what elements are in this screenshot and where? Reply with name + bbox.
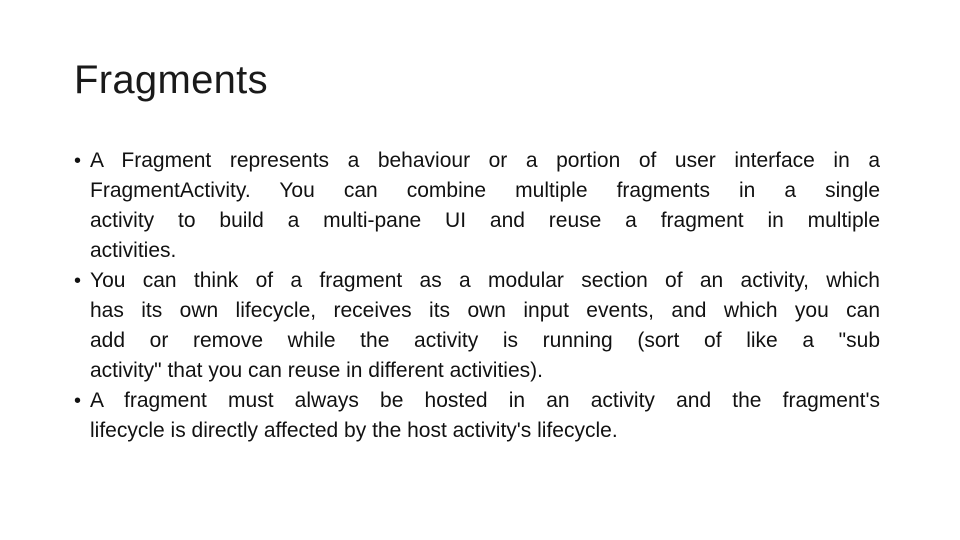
bullet-line: has its own lifecycle, receives its own …: [90, 299, 880, 322]
bullet-line: lifecycle is directly affected by the ho…: [90, 419, 618, 442]
bullet-item: • A Fragment represents a behaviour or a…: [74, 146, 880, 266]
bullet-line: A fragment must always be hosted in an a…: [90, 389, 880, 412]
bullet-icon: •: [74, 270, 82, 292]
bullet-line: You can think of a fragment as a modular…: [90, 269, 880, 292]
bullet-line: activity" that you can reuse in differen…: [90, 359, 543, 382]
bullet-item: • You can think of a fragment as a modul…: [74, 266, 880, 386]
slide-title: Fragments: [74, 58, 268, 102]
bullet-line: activity to build a multi-pane UI and re…: [90, 209, 880, 232]
bullet-icon: •: [74, 390, 82, 412]
bullet-icon: •: [74, 150, 82, 172]
bullet-line: add or remove while the activity is runn…: [90, 329, 880, 352]
bullet-line: FragmentActivity. You can combine multip…: [90, 179, 880, 202]
slide: Fragments • A Fragment represents a beha…: [0, 0, 960, 540]
slide-body: • A Fragment represents a behaviour or a…: [74, 146, 880, 446]
bullet-line: activities.: [90, 239, 177, 262]
bullet-line: A Fragment represents a behaviour or a p…: [90, 149, 880, 172]
bullet-item: • A fragment must always be hosted in an…: [74, 386, 880, 446]
